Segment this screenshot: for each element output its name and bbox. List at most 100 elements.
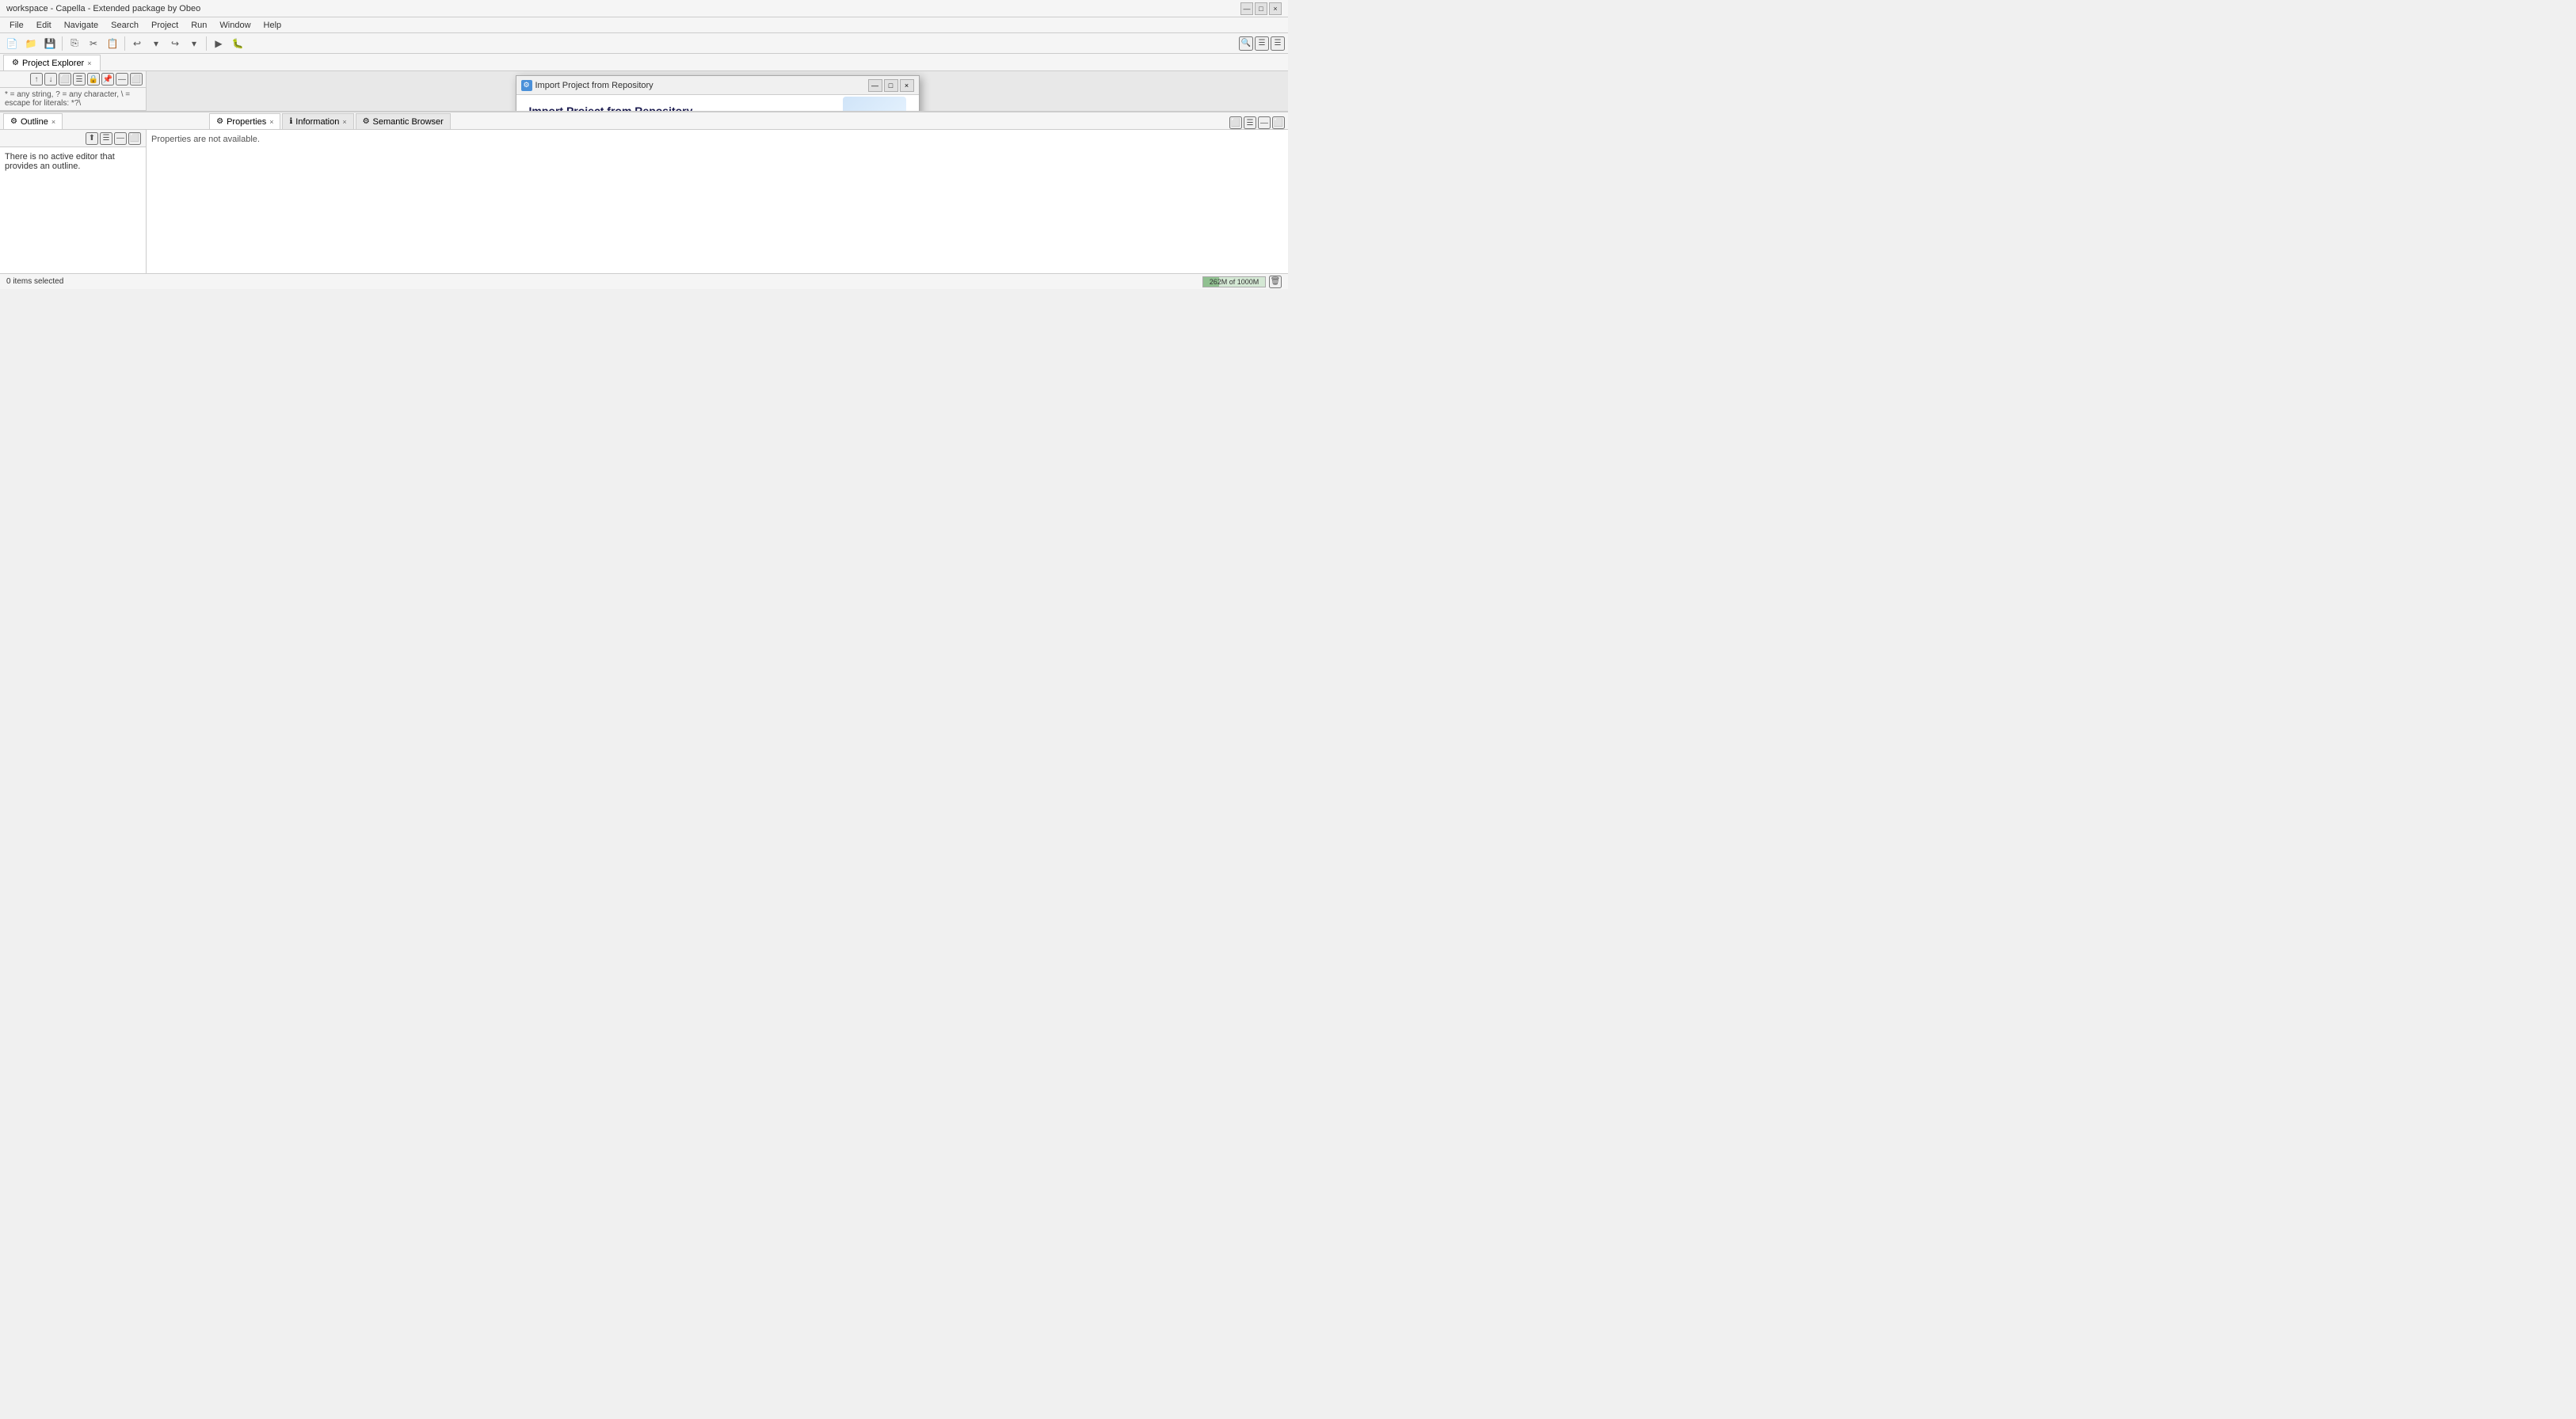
left-panel-header: ↑ ↓ ⬜ ☰ 🔒 📌 — ⬜ [0,71,146,88]
menu-edit[interactable]: Edit [30,19,58,32]
tab-project-explorer[interactable]: ⚙ Project Explorer × [3,55,101,70]
bottom-right-menu-btn[interactable]: ☰ [1244,116,1256,129]
project-explorer-close[interactable]: × [87,59,91,67]
bottom-panels: ⚙ Outline × ⚙ Properties × ℹ Information… [0,111,1288,273]
information-close[interactable]: × [342,118,346,126]
panel-down-btn[interactable]: ↓ [44,73,57,86]
menu-navigate[interactable]: Navigate [58,19,105,32]
outline-up-btn[interactable]: ⬆ [86,132,98,145]
panel-max-btn[interactable]: ⬜ [130,73,143,86]
dialog-header-accent [843,97,906,111]
main-panel-tab-bar: ⚙ Project Explorer × [0,54,1288,71]
dialog-title-icon: ⚙ [521,80,532,91]
panel-collapse-btn[interactable]: ⬜ [59,73,71,86]
menu-project[interactable]: Project [145,19,185,32]
toolbar-undo-drop[interactable]: ▾ [147,35,165,52]
status-bar: 0 items selected 262M of 1000M 🗑 [0,273,1288,289]
left-panel: ↑ ↓ ⬜ ☰ 🔒 📌 — ⬜ * = any string, ? = any … [0,71,147,111]
status-right: 262M of 1000M 🗑 [1202,276,1282,288]
memory-text: 262M of 1000M [1210,278,1259,286]
close-button[interactable]: × [1269,2,1282,15]
outline-max-btn2[interactable]: ⬜ [128,132,141,145]
dialog-maximize-button[interactable]: □ [884,79,898,92]
toolbar-new[interactable]: 📄 [3,35,21,52]
import-dialog: ⚙ Import Project from Repository — □ × I… [516,75,920,111]
tab-properties[interactable]: ⚙ Properties × [209,113,280,129]
bottom-tab-bar: ⚙ Outline × ⚙ Properties × ℹ Information… [0,112,1288,130]
toolbar-btn6[interactable]: 📋 [104,35,121,52]
bottom-content-area: ⬆ ☰ — ⬜ There is no active editor that p… [0,130,1288,273]
toolbar-btn4[interactable]: ⎘ [66,35,83,52]
menu-file[interactable]: File [3,19,30,32]
tab-semantic-browser[interactable]: ⚙ Semantic Browser [356,113,451,129]
outline-icon: ⚙ [10,117,17,126]
maximize-button[interactable]: □ [1255,2,1267,15]
dialog-overlay: ⚙ Import Project from Repository — □ × I… [147,71,1288,111]
outline-min-btn2[interactable]: — [114,132,127,145]
toolbar-sep1 [62,36,63,51]
menu-run[interactable]: Run [185,19,213,32]
menu-search[interactable]: Search [105,19,145,32]
properties-label: Properties [227,117,266,127]
app-title: workspace - Capella - Extended package b… [6,4,200,13]
outline-panel-header: ⬆ ☰ — ⬜ [0,130,146,147]
bottom-right-popup-btn[interactable]: ⬜ [1229,116,1242,129]
bottom-right-min-btn[interactable]: — [1258,116,1271,129]
panel-menu-btn[interactable]: ☰ [73,73,86,86]
semantic-browser-icon: ⚙ [363,117,370,126]
toolbar-btn5[interactable]: ✂ [85,35,102,52]
content-area: ↑ ↓ ⬜ ☰ 🔒 📌 — ⬜ * = any string, ? = any … [0,71,1288,111]
dialog-icon-symbol: ⚙ [523,81,529,89]
project-explorer-label: Project Explorer [22,59,84,68]
search-icon-button[interactable]: 🔍 [1239,36,1253,51]
properties-icon: ⚙ [216,117,223,126]
toolbar-debug[interactable]: 🐛 [229,35,246,52]
outline-menu-btn[interactable]: ☰ [100,132,112,145]
toolbar-btn3[interactable]: 💾 [41,35,59,52]
properties-panel: Properties are not available. [147,130,1288,273]
toolbar-undo[interactable]: ↩ [128,35,146,52]
top-menu2-button[interactable]: ☰ [1271,36,1285,51]
outline-label: Outline [21,117,48,127]
dialog-titlebar-controls: — □ × [868,79,914,92]
title-bar: workspace - Capella - Extended package b… [0,0,1288,17]
dialog-title-text: Import Project from Repository [535,81,865,90]
panel-lock-btn[interactable]: 🔒 [87,73,100,86]
gc-button[interactable]: 🗑 [1269,276,1282,288]
dialog-header: Import Project from Repository Select a … [516,95,919,111]
tab-outline[interactable]: ⚙ Outline × [3,113,63,129]
toolbar-sep2 [124,36,125,51]
top-right-icons: 🔍 ☰ ☰ [1239,36,1285,51]
dialog-close-button[interactable]: × [900,79,914,92]
tab-information[interactable]: ℹ Information × [282,113,353,129]
toolbar-sep3 [206,36,207,51]
outline-panel: ⬆ ☰ — ⬜ There is no active editor that p… [0,130,147,273]
toolbar-btn2[interactable]: 📁 [22,35,40,52]
information-label: Information [295,117,339,127]
window-controls: — □ × [1240,2,1282,15]
menu-bar: File Edit Navigate Search Project Run Wi… [0,17,1288,33]
bottom-right-max-btn[interactable]: ⬜ [1272,116,1285,129]
outline-content: There is no active editor that provides … [0,147,146,273]
minimize-button[interactable]: — [1240,2,1253,15]
search-hint: * = any string, ? = any character, \ = e… [0,88,146,111]
toolbar-run[interactable]: ▶ [210,35,227,52]
information-icon: ℹ [289,117,292,126]
dialog-minimize-button[interactable]: — [868,79,882,92]
properties-content: Properties are not available. [147,130,1288,273]
panel-pin-btn[interactable]: 📌 [101,73,114,86]
menu-help[interactable]: Help [257,19,288,32]
properties-close[interactable]: × [269,118,273,126]
semantic-browser-label: Semantic Browser [373,117,444,127]
memory-bar[interactable]: 262M of 1000M [1202,276,1266,287]
items-selected-status: 0 items selected [6,277,63,286]
dialog-titlebar: ⚙ Import Project from Repository — □ × [516,76,919,95]
panel-min-btn[interactable]: — [116,73,128,86]
toolbar-redo[interactable]: ↪ [166,35,184,52]
top-menu1-button[interactable]: ☰ [1255,36,1269,51]
outline-close[interactable]: × [51,118,55,126]
menu-window[interactable]: Window [213,19,257,32]
panel-up-btn[interactable]: ↑ [30,73,43,86]
right-area: ⚙ Import Project from Repository — □ × I… [147,71,1288,111]
toolbar-redo-drop[interactable]: ▾ [185,35,203,52]
